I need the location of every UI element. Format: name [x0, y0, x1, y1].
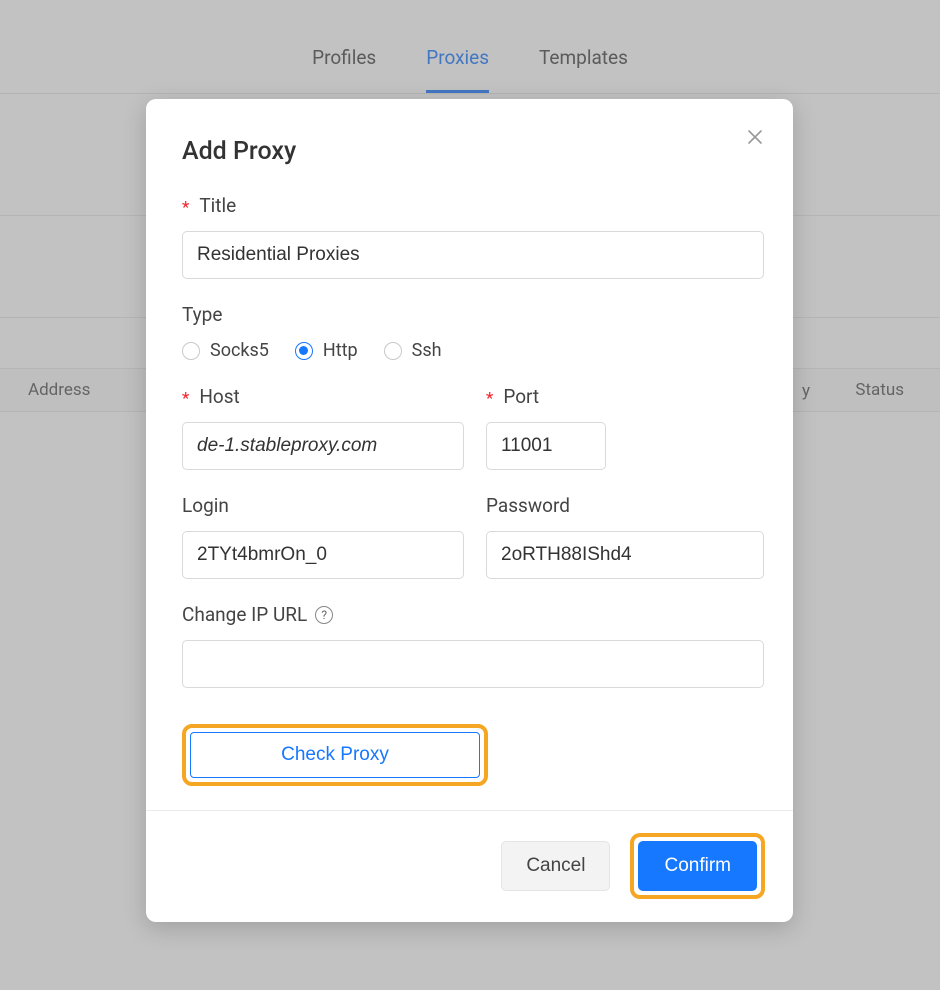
label-password: Password — [486, 494, 764, 517]
field-login: Login — [182, 494, 464, 579]
field-host: Host — [182, 385, 464, 470]
radio-socks5-label: Socks5 — [210, 340, 269, 361]
label-change-ip-url: Change IP URL ? — [182, 603, 757, 626]
port-input[interactable] — [486, 422, 606, 470]
label-port: Port — [486, 385, 757, 408]
close-icon — [747, 129, 763, 145]
label-change-ip-url-text: Change IP URL — [182, 603, 307, 626]
label-login: Login — [182, 494, 464, 517]
help-icon[interactable]: ? — [315, 606, 333, 624]
modal-footer: Cancel Confirm — [146, 810, 793, 925]
password-input[interactable] — [486, 531, 764, 579]
modal-body: Add Proxy Title Type Socks5 Http Ssh — [146, 99, 793, 810]
close-button[interactable] — [741, 123, 769, 151]
confirm-highlight: Confirm — [630, 833, 765, 899]
field-change-ip-url: Change IP URL ? — [182, 603, 757, 688]
add-proxy-modal: Add Proxy Title Type Socks5 Http Ssh — [146, 99, 793, 922]
radio-dot-icon — [295, 342, 313, 360]
type-radio-group: Socks5 Http Ssh — [182, 340, 757, 361]
confirm-button[interactable]: Confirm — [638, 841, 757, 891]
radio-http[interactable]: Http — [295, 340, 358, 361]
radio-ssh[interactable]: Ssh — [384, 340, 442, 361]
login-input[interactable] — [182, 531, 464, 579]
radio-socks5[interactable]: Socks5 — [182, 340, 269, 361]
field-password: Password — [486, 494, 764, 579]
field-title: Title — [182, 194, 757, 279]
label-host: Host — [182, 385, 464, 408]
radio-dot-icon — [182, 342, 200, 360]
title-input[interactable] — [182, 231, 764, 279]
check-proxy-button[interactable]: Check Proxy — [190, 732, 480, 778]
field-port: Port — [486, 385, 757, 470]
label-type: Type — [182, 303, 757, 326]
radio-dot-icon — [384, 342, 402, 360]
modal-title: Add Proxy — [182, 137, 757, 166]
host-input[interactable] — [182, 422, 464, 470]
change-ip-url-input[interactable] — [182, 640, 764, 688]
check-proxy-highlight: Check Proxy — [182, 724, 488, 786]
cancel-button[interactable]: Cancel — [501, 841, 610, 891]
label-title: Title — [182, 194, 757, 217]
radio-ssh-label: Ssh — [412, 340, 442, 361]
radio-http-label: Http — [323, 340, 358, 361]
field-type: Type Socks5 Http Ssh — [182, 303, 757, 361]
